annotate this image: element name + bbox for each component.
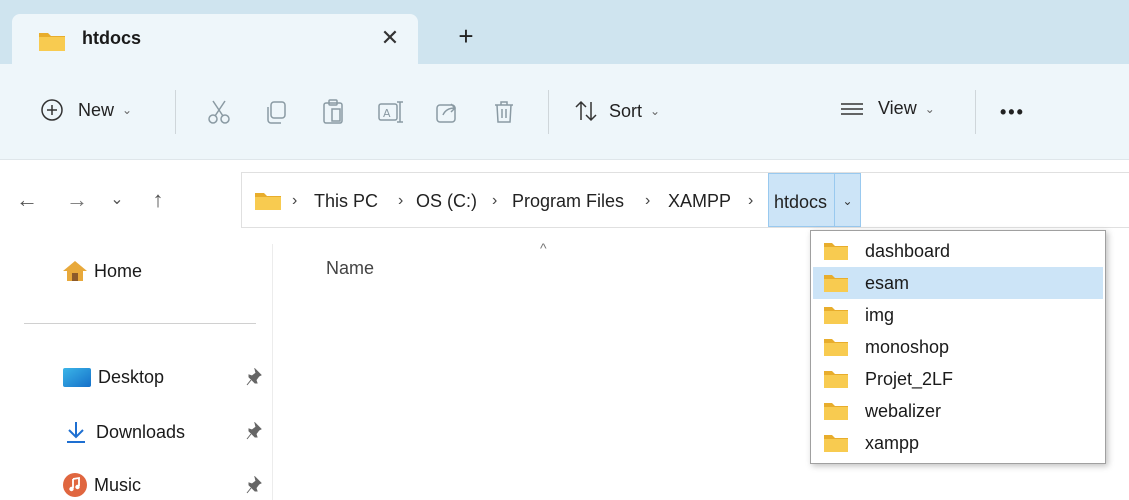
- sidebar-divider: [24, 323, 256, 324]
- recent-locations-chevron-icon[interactable]: ⌄: [102, 185, 132, 215]
- sort-button[interactable]: Sort ⌄: [573, 98, 660, 124]
- separator: [975, 90, 976, 134]
- delete-icon[interactable]: [490, 98, 518, 126]
- new-button[interactable]: New ⌄: [40, 98, 132, 122]
- view-label: View: [878, 98, 917, 118]
- dropdown-item-projet-2lf[interactable]: Projet_2LF: [813, 363, 1103, 395]
- sidebar-item-home[interactable]: Home: [62, 260, 142, 282]
- dropdown-item-label: xampp: [865, 432, 920, 453]
- dropdown-item-img[interactable]: img: [813, 299, 1103, 331]
- new-label: New: [78, 99, 115, 120]
- up-arrow-icon[interactable]: ↑: [143, 185, 173, 215]
- chevron-down-icon: ⌄: [924, 101, 935, 116]
- view-button[interactable]: View ⌄: [840, 98, 935, 119]
- close-tab-icon[interactable]: ✕: [376, 24, 404, 52]
- share-icon[interactable]: [433, 98, 461, 126]
- sidebar-item-music[interactable]: Music: [62, 472, 141, 498]
- cut-icon[interactable]: [205, 98, 233, 126]
- dropdown-item-label: esam: [865, 272, 910, 293]
- dropdown-item-label: dashboard: [865, 240, 951, 261]
- breadcrumb-os-c[interactable]: OS (C:): [416, 191, 477, 212]
- folder-icon: [823, 433, 849, 453]
- folder-icon: [254, 191, 282, 216]
- sort-arrows-icon: [573, 98, 599, 124]
- folder-icon: [823, 241, 849, 261]
- tab-strip: htdocs ✕ +: [0, 0, 1129, 64]
- separator: [175, 90, 176, 134]
- sidebar-item-downloads[interactable]: Downloads: [62, 420, 185, 444]
- dropdown-item-dashboard[interactable]: dashboard: [813, 235, 1103, 267]
- folder-icon: [823, 401, 849, 421]
- forward-arrow-icon[interactable]: →: [62, 185, 92, 215]
- sidebar-item-label: Downloads: [96, 421, 186, 442]
- breadcrumb-this-pc[interactable]: This PC: [314, 191, 378, 212]
- breadcrumb-separator: ›: [292, 192, 298, 209]
- rename-icon[interactable]: A: [376, 98, 404, 126]
- dropdown-item-label: Projet_2LF: [865, 368, 954, 389]
- home-icon: [62, 260, 88, 282]
- sort-label: Sort: [609, 100, 643, 121]
- column-header-name[interactable]: Name: [326, 258, 374, 279]
- breadcrumb-separator: ›: [748, 192, 754, 209]
- breadcrumb-current-label: htdocs: [774, 192, 828, 212]
- download-arrow-icon: [62, 420, 90, 444]
- paste-icon[interactable]: [319, 98, 347, 126]
- folder-icon: [823, 273, 849, 293]
- dropdown-item-label: monoshop: [865, 336, 950, 357]
- breadcrumb-dropdown-chevron-icon[interactable]: ⌄: [835, 173, 861, 227]
- sort-caret-icon: ^: [540, 240, 547, 256]
- command-bar: New ⌄ A Sort ⌄ View ⌄ •••: [0, 64, 1129, 160]
- breadcrumb-xampp[interactable]: XAMPP: [668, 191, 731, 212]
- desktop-icon: [62, 366, 92, 388]
- dropdown-item-esam[interactable]: esam: [813, 267, 1103, 299]
- folder-icon: [823, 369, 849, 389]
- breadcrumb-program-files[interactable]: Program Files: [512, 191, 624, 212]
- folder-icon: [38, 30, 66, 57]
- more-options-icon[interactable]: •••: [1000, 102, 1025, 123]
- subfolder-dropdown: dashboard esam img monoshop Projet_2LF w…: [810, 230, 1106, 464]
- music-icon: [62, 472, 88, 498]
- breadcrumb-separator: ›: [492, 192, 498, 209]
- sidebar-item-label: Home: [94, 260, 143, 281]
- pin-icon[interactable]: [246, 421, 262, 445]
- dropdown-item-label: webalizer: [865, 400, 942, 421]
- dropdown-item-monoshop[interactable]: monoshop: [813, 331, 1103, 363]
- separator: [548, 90, 549, 134]
- sidebar-item-label: Music: [94, 474, 142, 495]
- chevron-down-icon: ⌄: [650, 104, 661, 118]
- plus-circle-icon: [40, 98, 64, 122]
- tab-htdocs[interactable]: htdocs ✕: [12, 14, 418, 64]
- folder-icon: [823, 305, 849, 325]
- view-lines-icon: [840, 99, 864, 119]
- tab-title: htdocs: [82, 28, 142, 48]
- dropdown-item-xampp[interactable]: xampp: [813, 427, 1103, 459]
- pane-splitter[interactable]: [272, 244, 273, 500]
- breadcrumb-htdocs[interactable]: htdocs: [768, 173, 835, 227]
- dropdown-item-label: img: [865, 304, 895, 325]
- back-arrow-icon[interactable]: ←: [12, 185, 42, 215]
- address-bar[interactable]: › This PC › OS (C:) › Program Files › XA…: [241, 172, 1129, 228]
- navigation-pane: Home Desktop Downloads Music: [0, 228, 272, 500]
- sidebar-item-desktop[interactable]: Desktop: [62, 366, 164, 388]
- sidebar-item-label: Desktop: [98, 366, 165, 387]
- svg-text:A: A: [383, 107, 391, 120]
- chevron-down-icon: ⌄: [122, 103, 133, 117]
- breadcrumb-separator: ›: [398, 192, 404, 209]
- folder-icon: [823, 337, 849, 357]
- breadcrumb-separator: ›: [645, 192, 651, 209]
- copy-icon[interactable]: [262, 98, 290, 126]
- dropdown-item-webalizer[interactable]: webalizer: [813, 395, 1103, 427]
- new-tab-button[interactable]: +: [450, 20, 482, 52]
- pin-icon[interactable]: [246, 475, 262, 499]
- pin-icon[interactable]: [246, 367, 262, 391]
